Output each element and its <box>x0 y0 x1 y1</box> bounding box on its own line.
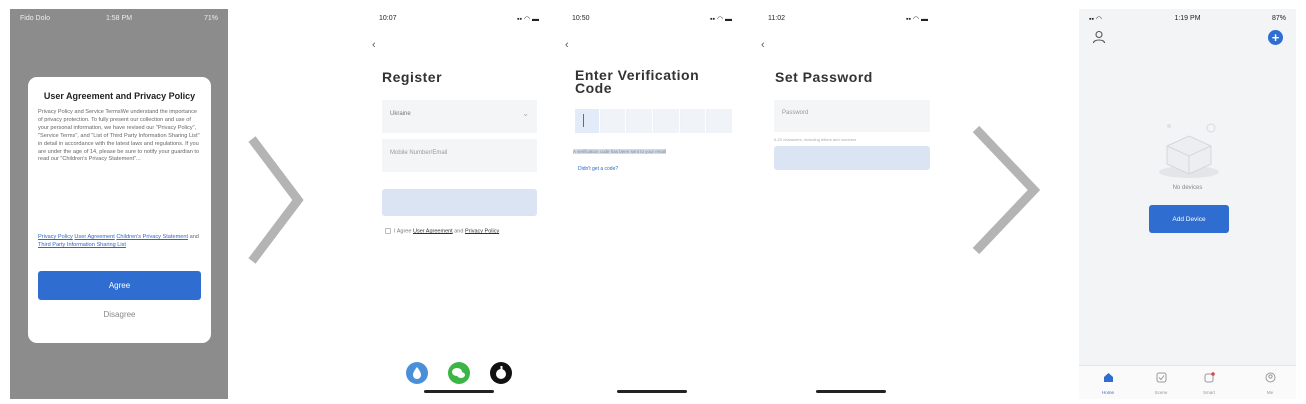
screen-register: 10:07 ▪▪ ◠ ▬ ‹ Register Ukraine ⌄ Mobile… <box>369 9 549 399</box>
agree-checkbox[interactable] <box>385 228 391 234</box>
privacy-policy-link[interactable]: Privacy Policy <box>465 228 499 234</box>
home-indicator <box>816 390 886 393</box>
terms-prefix: I Agree <box>394 228 412 235</box>
back-icon[interactable]: ‹ <box>565 39 569 51</box>
status-bar: Fido Dolo 1:58 PM 71% <box>20 15 218 27</box>
code-digit[interactable] <box>601 109 627 133</box>
tab-label: Me <box>1266 390 1274 395</box>
screen-privacy-dialog: Fido Dolo 1:58 PM 71% User Agreement and… <box>10 9 228 399</box>
page-title: Enter Verification Code <box>575 67 700 96</box>
status-icons: ▪▪ ◠ ▬ <box>710 16 732 23</box>
password-input[interactable]: Password <box>774 100 930 132</box>
password-hint: 6-20 characters, including letters and n… <box>774 137 857 142</box>
status-icons: ▪▪ ◠ ▬ <box>906 16 928 23</box>
status-battery: 71% <box>203 15 218 22</box>
status-bar: ▪▪ ◠ 1:19 PM 87% <box>1089 15 1286 27</box>
resend-code-link[interactable]: Didn't get a code? <box>578 166 618 172</box>
childrens-privacy-link[interactable]: Children's Privacy Statement <box>116 234 188 240</box>
tab-label: Smart <box>1202 390 1215 395</box>
back-icon[interactable]: ‹ <box>761 39 765 51</box>
add-device-button[interactable]: Add Device <box>1149 205 1229 233</box>
code-digit[interactable] <box>628 109 654 133</box>
status-bar: 10:50 ▪▪ ◠ ▬ <box>572 15 732 27</box>
back-icon[interactable]: ‹ <box>372 39 376 51</box>
social-login-icon[interactable] <box>405 361 429 385</box>
home-indicator <box>424 390 494 393</box>
tab-me[interactable]: Me <box>1255 370 1285 395</box>
no-devices-text: No devices <box>1172 185 1203 191</box>
tab-label: Home <box>1101 390 1114 395</box>
code-sent-hint: A verification code has been sent to you… <box>573 149 667 154</box>
user-icon[interactable] <box>1092 30 1106 44</box>
page-title: Set Password <box>775 69 873 85</box>
home-indicator <box>617 390 687 393</box>
disagree-button[interactable]: Disagree <box>28 310 211 319</box>
status-bar: 10:07 ▪▪ ◠ ▬ <box>379 15 539 27</box>
privacy-dialog: User Agreement and Privacy Policy Privac… <box>28 77 211 343</box>
status-time: 1:58 PM <box>105 15 133 22</box>
empty-devices-illustration <box>1159 123 1219 178</box>
tab-bar: Home Scene Smart Me <box>1079 365 1296 399</box>
screen-home: ▪▪ ◠ 1:19 PM 87% + No devices Add Device… <box>1079 9 1296 399</box>
add-icon[interactable]: + <box>1268 30 1283 45</box>
code-digit[interactable] <box>575 109 600 133</box>
and-text: and <box>189 234 199 240</box>
smart-icon <box>1204 372 1215 383</box>
tab-label: Scene <box>1154 390 1168 395</box>
tab-smart[interactable]: Smart <box>1194 370 1224 395</box>
get-code-button[interactable] <box>382 189 537 216</box>
apple-login-icon[interactable] <box>489 361 513 385</box>
tab-scene[interactable]: Scene <box>1146 370 1176 395</box>
dialog-links: Privacy Policy User Agreement Children's… <box>38 233 201 249</box>
agree-button[interactable]: Agree <box>38 271 201 300</box>
page-title: Register <box>382 69 443 85</box>
code-digit[interactable] <box>708 109 734 133</box>
status-battery: 87% <box>1271 15 1286 22</box>
scene-icon <box>1156 372 1166 383</box>
dialog-body: Privacy Policy and Service TermsWe under… <box>38 109 200 163</box>
chevron-down-icon: ⌄ <box>522 109 529 118</box>
wechat-login-icon[interactable] <box>447 361 471 385</box>
user-agreement-link[interactable]: User Agreement <box>413 228 453 234</box>
tab-home[interactable]: Home <box>1093 370 1123 395</box>
region-select[interactable]: Ukraine ⌄ <box>382 100 537 133</box>
status-bar: 11:02 ▪▪ ◠ ▬ <box>768 15 928 27</box>
done-button[interactable] <box>774 146 930 170</box>
status-time: 1:19 PM <box>1174 15 1201 22</box>
privacy-policy-link[interactable]: Privacy Policy <box>38 234 73 240</box>
terms-agreement: I Agree User Agreement and Privacy Polic… <box>385 228 499 234</box>
account-input[interactable]: Mobile Number/Email <box>382 139 537 172</box>
status-icons: ▪▪ ◠ ▬ <box>517 16 539 23</box>
third-party-list-link[interactable]: Third Party Information Sharing List <box>38 242 126 248</box>
chevron-right-icon <box>248 136 304 264</box>
screen-verification: 10:50 ▪▪ ◠ ▬ ‹ Enter Verification Code A… <box>562 9 742 399</box>
and-text: and <box>454 228 464 235</box>
status-time: 10:07 <box>379 15 397 22</box>
region-value: Ukraine <box>390 111 411 117</box>
code-digit[interactable] <box>655 109 680 133</box>
home-icon <box>1103 373 1113 382</box>
screen-set-password: 11:02 ▪▪ ◠ ▬ ‹ Set Password Password 6-2… <box>758 9 938 399</box>
status-time: 11:02 <box>768 15 785 22</box>
status-time: 10:50 <box>572 15 590 22</box>
verification-code-input[interactable] <box>575 109 734 133</box>
code-digit[interactable] <box>681 109 707 133</box>
me-icon <box>1265 372 1275 383</box>
dialog-title: User Agreement and Privacy Policy <box>43 91 196 101</box>
user-agreement-link[interactable]: User Agreement <box>74 234 114 240</box>
chevron-right-icon <box>972 125 1041 255</box>
